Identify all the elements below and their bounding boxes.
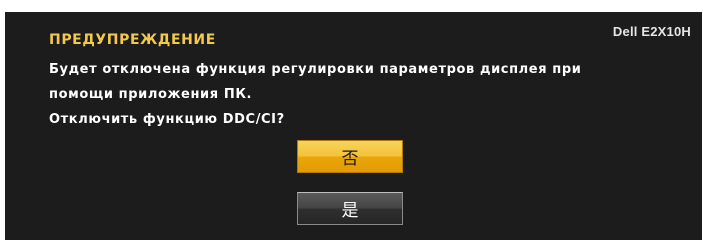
- dialog-message: Будет отключена функция регулировки пара…: [49, 57, 669, 132]
- message-line-3: Отключить функцию DDC/CI?: [49, 112, 285, 127]
- yes-button[interactable]: 是: [297, 192, 403, 225]
- message-line-1: Будет отключена функция регулировки пара…: [49, 62, 582, 77]
- dialog-title: ПРЕДУПРЕЖДЕНИЕ: [49, 32, 216, 48]
- no-button[interactable]: 否: [297, 140, 403, 173]
- message-line-2: помощи приложения ПК.: [49, 87, 253, 102]
- osd-warning-dialog: Dell E2X10H ПРЕДУПРЕЖДЕНИЕ Будет отключе…: [5, 12, 702, 240]
- monitor-model-label: Dell E2X10H: [612, 24, 691, 39]
